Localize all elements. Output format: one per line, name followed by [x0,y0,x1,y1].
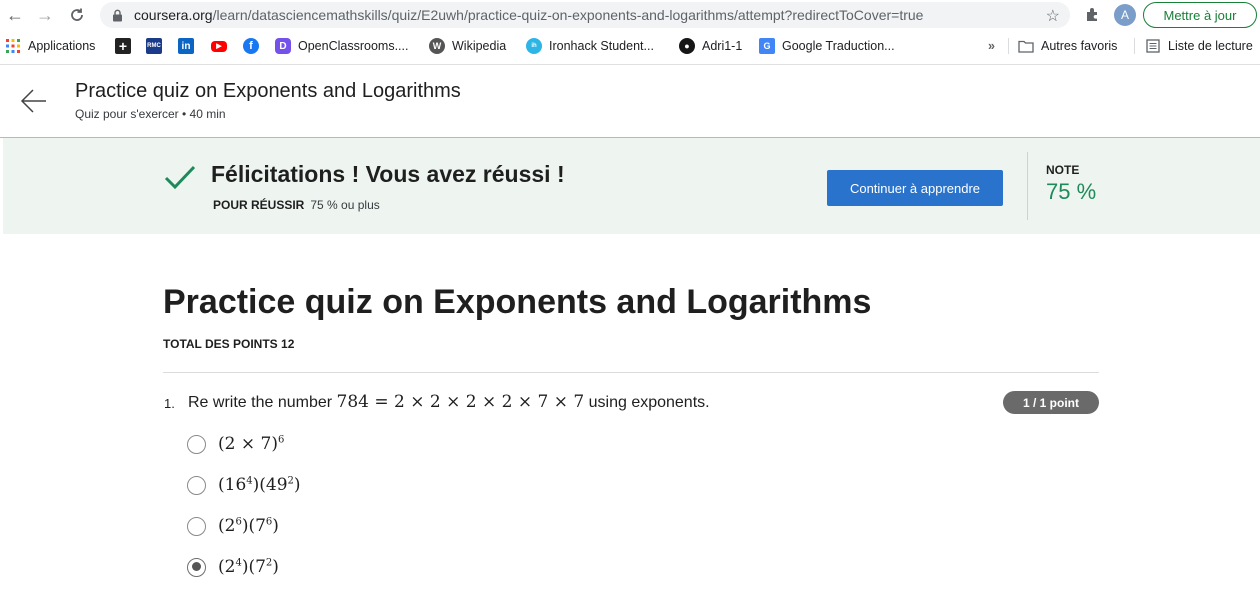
answer-label: (24)(72) [218,557,279,577]
pass-requirement-value: 75 % ou plus [310,198,380,212]
answer-option[interactable]: (26)(76) [187,514,279,538]
bookmark-rmc[interactable]: RMC [146,36,169,56]
bookmark-github[interactable]: ● Adri1-1 [679,36,742,56]
back-arrow-icon[interactable] [20,88,48,114]
reading-list-icon [1145,38,1161,54]
bookmark-label: OpenClassrooms.... [298,39,409,53]
checkmark-icon [163,163,197,193]
grade-label: NOTE [1046,163,1080,177]
banner-separator [1027,152,1028,220]
radio-button[interactable] [187,557,206,577]
bookmark-label: Autres favoris [1041,39,1118,53]
url-text: coursera.org/learn/datasciencemathskills… [134,7,924,23]
question-math: 784 = 2 × 2 × 2 × 2 × 7 × 7 [336,392,585,412]
success-message: Félicitations ! Vous avez réussi ! [211,161,565,187]
question-text-start: Re write the number [188,394,337,411]
points-badge: 1 / 1 point [1003,391,1099,414]
bookmark-label: Applications [28,39,96,53]
bookmark-applications[interactable]: Applications [5,36,95,56]
answer-option[interactable]: (164)(492) [187,473,301,497]
wikipedia-icon: W [429,38,445,54]
bookmarks-separator [1134,38,1135,54]
address-bar[interactable]: coursera.org/learn/datasciencemathskills… [100,2,1070,28]
extensions-puzzle-icon[interactable] [1084,6,1102,24]
facebook-icon: f [243,38,259,54]
browser-forward-icon[interactable]: → [34,4,56,26]
radio-button[interactable] [187,475,206,495]
bookmark-other-favorites[interactable]: Autres favoris [1018,36,1117,56]
github-icon: ● [679,38,695,54]
bookmarks-bar: Applications + RMC in ▶ f D OpenClassroo… [0,32,1260,60]
total-points: TOTAL DES POINTS 12 [163,337,295,351]
bookmark-label: Ironhack Student... [549,39,654,53]
question-text-end: using exponents. [584,394,710,411]
answer-option[interactable]: (2 × 7)6 [187,432,284,456]
bookmark-label: Adri1-1 [702,39,743,53]
bookmark-facebook[interactable]: f [243,36,266,56]
youtube-icon: ▶ [211,40,227,52]
bookmark-google-translate[interactable]: G Google Traduction... [759,36,895,56]
quiz-title: Practice quiz on Exponents and Logarithm… [163,283,872,321]
openclassrooms-icon: D [275,38,291,54]
bookmark-label: Wikipedia [452,39,507,53]
bookmark-label: Google Traduction... [782,39,895,53]
apps-grid-icon [5,38,21,54]
bookmark-openclassrooms[interactable]: D OpenClassrooms.... [275,36,408,56]
reading-list-button[interactable]: Liste de lecture [1145,36,1253,56]
bookmarks-separator [1008,38,1009,54]
reload-icon[interactable] [66,4,88,26]
radio-button[interactable] [187,434,206,454]
answer-option-selected[interactable]: (24)(72) [187,555,279,579]
bookmark-wikipedia[interactable]: W Wikipedia [429,36,506,56]
rmc-icon: RMC [146,38,162,54]
question-text: Re write the number 784 = 2 × 2 × 2 × 2 … [188,392,710,412]
page-title: Practice quiz on Exponents and Logarithm… [75,80,461,102]
google-translate-icon: G [759,38,775,54]
bookmark-label: Liste de lecture [1168,39,1253,53]
browser-back-icon[interactable]: ← [4,4,26,26]
question-number: 1. [164,396,175,411]
answer-label: (2 × 7)6 [218,434,285,454]
quiz-divider [163,372,1099,373]
more-bookmarks-button[interactable]: » [988,36,995,56]
answer-label: (164)(492) [218,475,301,495]
bookmark-plus[interactable]: + [115,36,138,56]
update-browser-button[interactable]: Mettre à jour [1143,2,1257,28]
lock-icon [112,8,124,22]
linkedin-icon: in [178,38,194,54]
page-subtitle: Quiz pour s'exercer • 40 min [75,107,226,121]
plus-icon: + [115,38,131,54]
radio-button[interactable] [187,516,206,536]
grade-value: 75 % [1046,179,1097,204]
browser-divider [0,64,1260,65]
answer-label: (26)(76) [218,516,279,536]
bookmark-linkedin[interactable]: in [178,36,201,56]
continue-learning-button[interactable]: Continuer à apprendre [827,170,1003,206]
pass-requirement-label: POUR RÉUSSIR [213,198,305,212]
folder-icon [1018,38,1034,54]
ironhack-icon: ih [526,38,542,54]
bookmark-youtube[interactable]: ▶ [211,36,234,56]
profile-avatar[interactable]: A [1114,4,1136,26]
browser-toolbar: ← → coursera.org/learn/datasciencemathsk… [0,0,1260,30]
pass-requirement: POUR RÉUSSIR 75 % ou plus [213,198,380,212]
bookmark-ironhack[interactable]: ih Ironhack Student... [526,36,654,56]
bookmark-star-icon[interactable]: ☆ [1046,6,1060,26]
